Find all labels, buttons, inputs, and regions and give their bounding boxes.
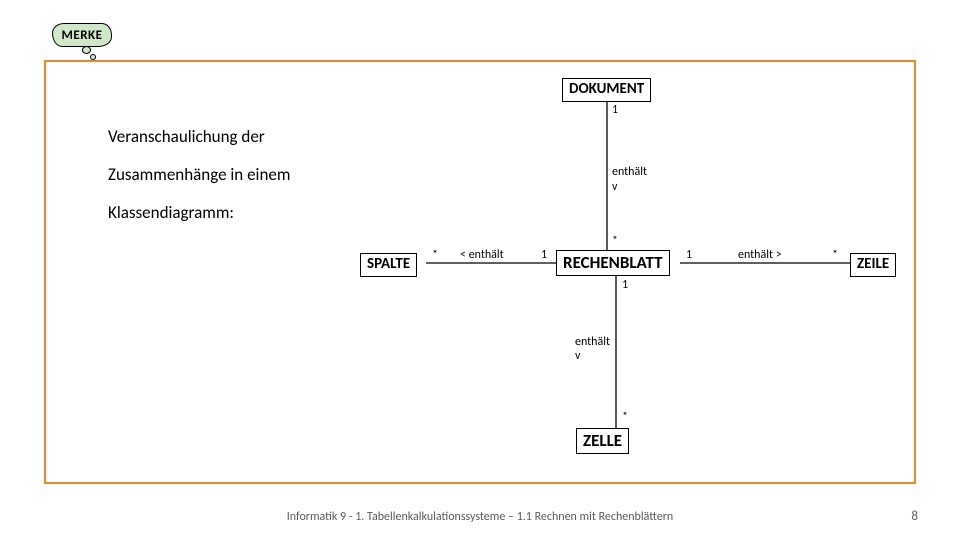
relation-enthaelt: enthält — [575, 335, 610, 349]
description-line: Zusammenhänge in einem — [108, 156, 290, 194]
multiplicity-star: * — [612, 234, 618, 248]
multiplicity-star: * — [432, 248, 438, 262]
class-label: RECHENBLATT — [563, 252, 663, 273]
class-zeile: ZEILE — [850, 253, 896, 277]
class-label: DOKUMENT — [569, 80, 644, 98]
description-line: Klassendiagramm: — [108, 194, 290, 232]
class-label: ZEILE — [857, 255, 889, 273]
multiplicity-one: 1 — [622, 278, 628, 292]
class-dokument: DOKUMENT — [562, 78, 651, 102]
description-line: Veranschaulichung der — [108, 118, 290, 156]
merke-badge: MERKE — [52, 23, 112, 47]
description-block: Veranschaulichung der Zusammenhänge in e… — [108, 118, 290, 232]
class-rechenblatt: RECHENBLATT — [556, 250, 670, 276]
relation-enthaelt-right: enthält > — [738, 248, 782, 262]
arrow-v-icon: v — [612, 180, 617, 194]
multiplicity-one: 1 — [686, 248, 692, 262]
multiplicity-star: * — [832, 248, 838, 262]
merke-label: MERKE — [62, 28, 103, 43]
footer-course: Informatik 9 - 1. Tabellenkalkulationssy… — [0, 510, 960, 524]
relation-enthaelt-left: < enthält — [460, 248, 504, 262]
class-label: SPALTE — [367, 255, 410, 273]
arrow-v-icon: v — [575, 349, 580, 363]
relation-enthaelt: enthält — [612, 165, 647, 179]
page-number: 8 — [911, 509, 918, 524]
multiplicity-one: 1 — [541, 248, 547, 262]
multiplicity-star: * — [622, 410, 628, 424]
class-spalte: SPALTE — [360, 253, 417, 277]
multiplicity-one: 1 — [612, 103, 618, 117]
class-zelle: ZELLE — [576, 428, 629, 454]
slide-page: MERKE Veranschaulichung der Zusammenhäng… — [0, 0, 960, 540]
merke-bubble-icon — [82, 46, 91, 54]
class-label: ZELLE — [583, 430, 622, 451]
